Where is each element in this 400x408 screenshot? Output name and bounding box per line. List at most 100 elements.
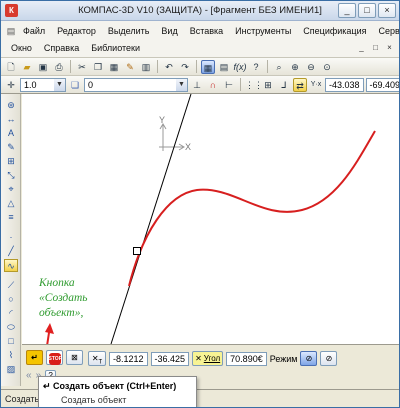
zoom-out-icon[interactable]: ⊖ bbox=[304, 60, 318, 74]
properties-icon[interactable]: ▥ bbox=[139, 60, 153, 74]
ortho-mode-icon[interactable]: ⅃ bbox=[277, 78, 291, 92]
variables-icon[interactable]: f(x) bbox=[233, 60, 247, 74]
library-icon[interactable]: ▤ bbox=[217, 60, 231, 74]
bezier-icon[interactable]: ∿ bbox=[4, 259, 18, 272]
menu-edit[interactable]: Редактор bbox=[51, 26, 102, 36]
app-window: К КОМПАС-3D V10 (ЗАЩИТА) - [Фрагмент БЕЗ… bbox=[0, 0, 400, 408]
stop-button[interactable]: STOP bbox=[46, 350, 63, 365]
minimize-button[interactable]: _ bbox=[338, 3, 356, 18]
doc-restore-button[interactable]: □ bbox=[369, 42, 382, 54]
cursor-x-field[interactable]: -43.038 bbox=[325, 77, 364, 92]
snap-settings-button[interactable]: ⊠ bbox=[66, 350, 83, 365]
reports-icon[interactable]: ≡ bbox=[4, 211, 18, 224]
menu-insert[interactable]: Вставка bbox=[184, 26, 229, 36]
mode-label: Режим bbox=[269, 353, 298, 364]
angle-field[interactable]: 70.890€ bbox=[226, 351, 267, 366]
coord-xy-icon: Y·x bbox=[310, 80, 322, 88]
paste-icon[interactable]: ▦ bbox=[107, 60, 121, 74]
arc-icon[interactable]: ◜ bbox=[4, 307, 18, 320]
save-icon[interactable]: ▣ bbox=[36, 60, 50, 74]
dimensions-icon[interactable]: ↔ bbox=[4, 113, 18, 126]
hatch-icon[interactable]: ▨ bbox=[4, 363, 18, 376]
layer-value: 0 bbox=[88, 79, 94, 90]
document-icon[interactable]: ▤ bbox=[5, 25, 17, 37]
zoom-fit-icon[interactable]: ⊙ bbox=[320, 60, 334, 74]
point-y-field[interactable]: -36.425 bbox=[150, 351, 190, 366]
mode-button-2[interactable]: ⊘ bbox=[320, 351, 338, 366]
zoom-in-icon[interactable]: ⊕ bbox=[288, 60, 302, 74]
menu-libraries[interactable]: Библиотеки bbox=[85, 43, 146, 53]
chevron-down-icon: ▼ bbox=[54, 78, 65, 91]
axis-x-label: X bbox=[185, 142, 191, 152]
control-point[interactable] bbox=[133, 247, 141, 255]
edit-icon[interactable]: ✎ bbox=[4, 141, 18, 154]
snap-icon[interactable]: ⊞ bbox=[261, 78, 275, 92]
rectangle-icon[interactable]: □ bbox=[4, 335, 18, 348]
create-object-tooltip: ↵ Создать объект (Ctrl+Enter) Создать об… bbox=[38, 376, 197, 407]
create-object-button[interactable]: ↵ bbox=[26, 350, 43, 365]
ellipse-icon[interactable]: ⬭ bbox=[4, 321, 18, 334]
measure-icon[interactable]: ⤡ bbox=[4, 169, 18, 182]
maximize-button[interactable]: □ bbox=[358, 3, 376, 18]
cursor-y-field[interactable]: -69.409 bbox=[365, 77, 399, 92]
undo-icon[interactable]: ↶ bbox=[162, 60, 176, 74]
axis-y-label: Y bbox=[159, 115, 165, 125]
cursor-snap-icon[interactable]: ✛ bbox=[4, 78, 18, 92]
point-icon[interactable]: · bbox=[4, 231, 18, 244]
new-document-icon[interactable]: 🗋 bbox=[4, 60, 18, 74]
copy-icon[interactable]: ❐ bbox=[91, 60, 105, 74]
current-state-toolbar: ✛ 1.0 ▼ ❏ 0 ▼ ⊥ ∩ ⊢ ⋮⋮ ⊞ ⅃ ⇄ Y·x -43.038… bbox=[1, 76, 399, 94]
auxiliary-line-icon[interactable]: ╱ bbox=[4, 245, 18, 258]
compact-toolbar: ⊛ ↔ A ✎ ⊞ ⤡ ⌖ △ ≡ · ╱ ∿ ⟋ ○ ◜ ⬭ □ ⌇ ▨ bbox=[1, 94, 21, 386]
tooltip-subtitle: Создать объект bbox=[61, 395, 127, 405]
circle-icon[interactable]: ○ bbox=[4, 293, 18, 306]
menu-select[interactable]: Выделить bbox=[102, 26, 156, 36]
symbols-icon[interactable]: A bbox=[4, 127, 18, 140]
tooltip-title: ↵ Создать объект (Ctrl+Enter) bbox=[43, 381, 177, 391]
format-painter-icon[interactable]: ✎ bbox=[123, 60, 137, 74]
menu-help[interactable]: Справка bbox=[38, 43, 85, 53]
round-icon[interactable]: ⇄ bbox=[293, 77, 307, 92]
print-icon[interactable]: ⎙ bbox=[52, 60, 66, 74]
redo-icon[interactable]: ↷ bbox=[178, 60, 192, 74]
polyline-icon[interactable]: ⌇ bbox=[4, 349, 18, 362]
manager-icon[interactable]: ▦ bbox=[201, 59, 215, 74]
point-t-toggle[interactable]: ✕T bbox=[88, 351, 106, 366]
nav-back-icon[interactable]: « bbox=[26, 370, 32, 381]
open-folder-icon[interactable]: ▰ bbox=[20, 60, 34, 74]
line-scale-value: 1.0 bbox=[24, 79, 37, 90]
bezier-curve bbox=[128, 130, 376, 287]
menu-tools[interactable]: Инструменты bbox=[229, 26, 297, 36]
parametrization-icon[interactable]: ⊞ bbox=[4, 155, 18, 168]
select-icon[interactable]: ⌖ bbox=[4, 183, 18, 196]
menu-view[interactable]: Вид bbox=[155, 26, 183, 36]
magnet-icon[interactable]: ∩ bbox=[206, 78, 220, 92]
line-scale-combo[interactable]: 1.0 ▼ bbox=[20, 77, 66, 92]
status-text: Создать bbox=[5, 394, 40, 404]
menu-window[interactable]: Окно bbox=[5, 43, 38, 53]
help-pointer-icon[interactable]: ? bbox=[249, 60, 263, 74]
doc-minimize-button[interactable]: _ bbox=[355, 42, 368, 54]
geometry-icon[interactable]: ⊛ bbox=[4, 99, 18, 112]
layer-combo[interactable]: 0 ▼ bbox=[84, 77, 188, 92]
orthogonal-icon[interactable]: ⊢ bbox=[222, 78, 236, 92]
title-bar: К КОМПАС-3D V10 (ЗАЩИТА) - [Фрагмент БЕЗ… bbox=[1, 1, 399, 21]
layers-icon[interactable]: ❏ bbox=[68, 78, 82, 92]
grid-icon[interactable]: ⋮⋮ bbox=[245, 78, 263, 92]
menu-bar: ▤ Файл Редактор Выделить Вид Вставка Инс… bbox=[1, 21, 399, 58]
close-button[interactable]: × bbox=[378, 3, 396, 18]
point-x-field[interactable]: -8.1212 bbox=[109, 351, 148, 366]
zoom-window-icon[interactable]: ⌕ bbox=[272, 60, 286, 74]
menu-specification[interactable]: Спецификация bbox=[297, 26, 372, 36]
spec-icon[interactable]: △ bbox=[4, 197, 18, 210]
standard-toolbar: 🗋 ▰ ▣ ⎙ ✂ ❐ ▦ ✎ ▥ ↶ ↷ ▦ ▤ f(x) ? ⌕ ⊕ ⊖ ⊙ bbox=[1, 58, 399, 76]
local-cs-icon[interactable]: ⊥ bbox=[190, 78, 204, 92]
mode-button-1[interactable]: ⊘ bbox=[300, 351, 318, 366]
menu-file[interactable]: Файл bbox=[17, 26, 51, 36]
chevron-down-icon: ▼ bbox=[176, 78, 187, 91]
cut-icon[interactable]: ✂ bbox=[75, 60, 89, 74]
segment-icon[interactable]: ⟋ bbox=[4, 279, 18, 292]
angle-toggle[interactable]: ✕ Угол bbox=[192, 351, 224, 366]
doc-close-button[interactable]: × bbox=[383, 42, 396, 54]
menu-service[interactable]: Сервис bbox=[373, 26, 400, 36]
